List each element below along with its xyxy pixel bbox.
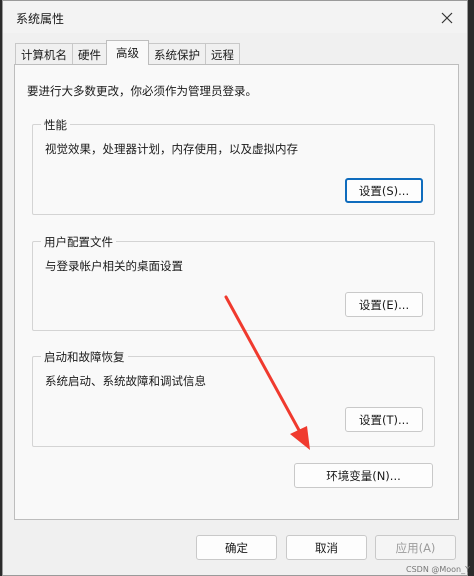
startup-recovery-group-label: 启动和故障恢复 [41,349,128,365]
startup-recovery-description: 系统启动、系统故障和调试信息 [45,374,206,388]
environment-variables-button[interactable]: 环境变量(N)... [294,463,433,488]
watermark: CSDN @Moon_Y [406,565,470,574]
tab-remote[interactable]: 远程 [205,43,240,65]
window-title: 系统属性 [16,12,65,26]
user-profiles-group-label: 用户配置文件 [41,234,116,250]
tab-system-protection[interactable]: 系统保护 [148,43,206,65]
ok-button[interactable]: 确定 [196,535,277,560]
tab-strip: 计算机名 硬件 高级 系统保护 远程 [15,40,240,65]
startup-recovery-group: 启动和故障恢复 系统启动、系统故障和调试信息 设置(T)... [32,349,435,447]
user-profiles-description: 与登录帐户相关的桌面设置 [45,259,183,273]
user-profiles-group: 用户配置文件 与登录帐户相关的桌面设置 设置(E)... [32,234,435,331]
title-bar: 系统属性 [3,1,467,33]
tab-hardware[interactable]: 硬件 [72,43,107,65]
user-profiles-settings-button[interactable]: 设置(E)... [345,292,423,317]
performance-settings-button[interactable]: 设置(S)... [345,178,423,203]
performance-group: 性能 视觉效果，处理器计划，内存使用，以及虚拟内存 设置(S)... [32,117,435,215]
performance-description: 视觉效果，处理器计划，内存使用，以及虚拟内存 [45,142,298,156]
close-button[interactable] [437,8,457,28]
system-properties-window: 系统属性 计算机名 硬件 高级 系统保护 远程 要进行大多数更改，你必须作为管理… [2,0,468,576]
cancel-button[interactable]: 取消 [286,535,367,560]
performance-group-label: 性能 [41,117,70,133]
admin-notice: 要进行大多数更改，你必须作为管理员登录。 [27,84,257,98]
startup-recovery-settings-button[interactable]: 设置(T)... [345,407,423,432]
close-icon [441,12,453,24]
tab-advanced[interactable]: 高级 [106,40,149,65]
tab-computer-name[interactable]: 计算机名 [15,43,73,65]
apply-button[interactable]: 应用(A) [375,535,456,560]
